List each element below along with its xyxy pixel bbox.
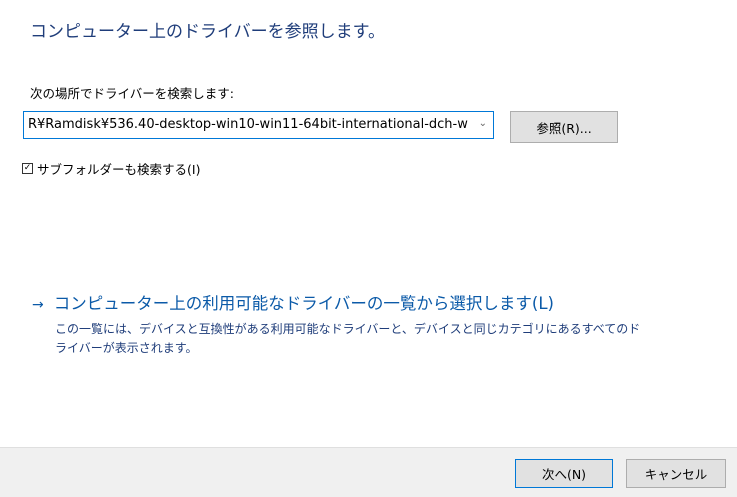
page-title: コンピューター上のドライバーを参照します。	[30, 22, 385, 42]
include-subfolders-checkbox[interactable]: ✓	[22, 163, 33, 174]
chevron-down-icon[interactable]: ⌄	[479, 118, 487, 129]
search-path-combobox[interactable]: R¥Ramdisk¥536.40-desktop-win10-win11-64b…	[23, 111, 494, 139]
search-path-value[interactable]: R¥Ramdisk¥536.40-desktop-win10-win11-64b…	[28, 117, 468, 132]
pick-from-list-link[interactable]: → コンピューター上の利用可能なドライバーの一覧から選択します(L)	[32, 290, 554, 314]
next-button[interactable]: 次へ(N)	[515, 459, 613, 488]
search-location-label: 次の場所でドライバーを検索します:	[30, 86, 234, 101]
pick-from-list-description: この一覧には、デバイスと互換性がある利用可能なドライバーと、デバイスと同じカテゴ…	[55, 322, 641, 355]
include-subfolders-option[interactable]: ✓ サブフォルダーも検索する(I)	[22, 159, 200, 178]
include-subfolders-label[interactable]: サブフォルダーも検索する(I)	[37, 159, 200, 178]
browse-button[interactable]: 参照(R)...	[510, 111, 618, 143]
cancel-button[interactable]: キャンセル	[626, 459, 726, 488]
pick-from-list-title[interactable]: コンピューター上の利用可能なドライバーの一覧から選択します(L)	[54, 290, 554, 314]
arrow-right-icon[interactable]: →	[32, 297, 44, 313]
